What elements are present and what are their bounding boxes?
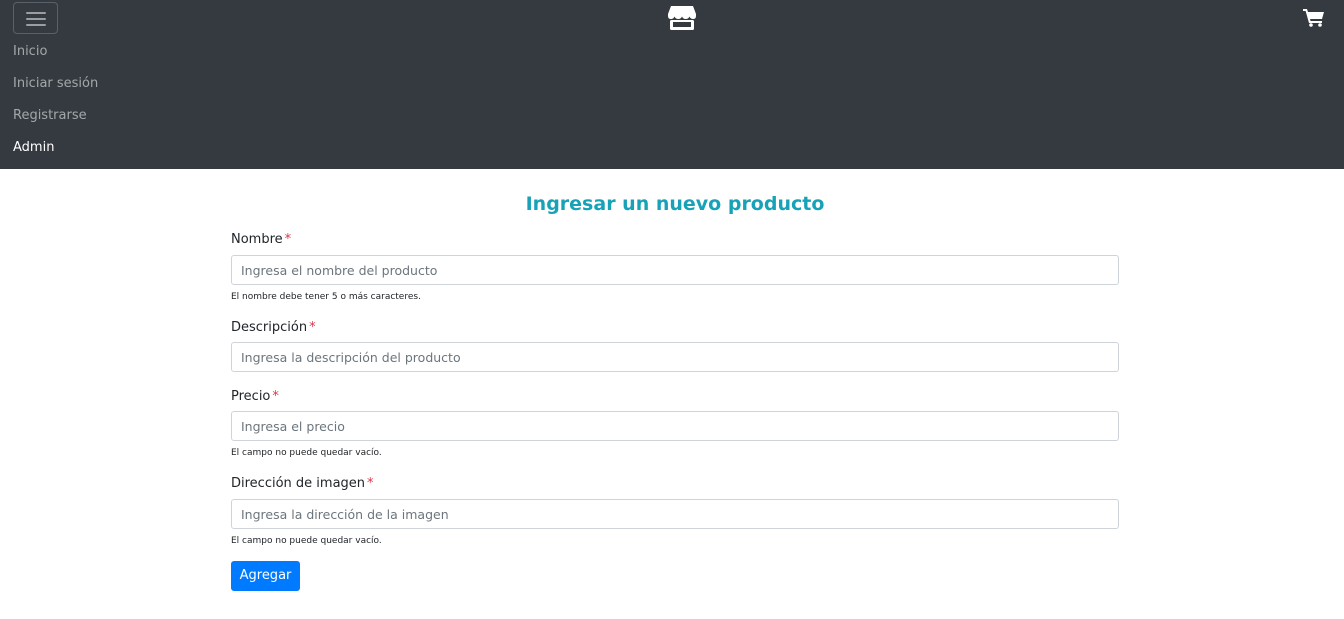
nombre-label-text: Nombre bbox=[231, 232, 283, 247]
nombre-help-text: El nombre debe tener 5 o más caracteres. bbox=[231, 292, 421, 302]
nav-links: Inicio Iniciar sesión Registrarse Admin bbox=[13, 40, 98, 168]
shopping-cart-icon[interactable] bbox=[1303, 8, 1325, 27]
nav-link-registrarse[interactable]: Registrarse bbox=[13, 104, 98, 136]
hamburger-menu-icon bbox=[26, 12, 46, 14]
imagen-help-text: El campo no puede quedar vacío. bbox=[231, 536, 382, 546]
nav-link-iniciar-sesion[interactable]: Iniciar sesión bbox=[13, 72, 98, 104]
required-marker: * bbox=[272, 389, 279, 404]
imagen-input[interactable] bbox=[231, 499, 1119, 529]
agregar-button[interactable]: Agregar bbox=[231, 561, 300, 591]
imagen-label-text: Dirección de imagen bbox=[231, 476, 366, 491]
nav-link-inicio[interactable]: Inicio bbox=[13, 40, 98, 72]
hamburger-bar bbox=[26, 18, 46, 20]
nombre-input[interactable] bbox=[231, 255, 1119, 285]
top-navbar: Inicio Iniciar sesión Registrarse Admin bbox=[0, 0, 1344, 169]
store-icon[interactable] bbox=[667, 5, 697, 31]
hamburger-bar bbox=[26, 24, 46, 26]
precio-help-text: El campo no puede quedar vacío. bbox=[231, 448, 382, 458]
required-marker: * bbox=[284, 232, 292, 247]
nombre-label: Nombre * bbox=[231, 231, 291, 249]
form-title: Ingresar un nuevo producto bbox=[525, 193, 825, 215]
precio-input[interactable] bbox=[231, 411, 1119, 441]
nav-link-admin[interactable]: Admin bbox=[13, 136, 98, 168]
precio-label: Precio * bbox=[231, 388, 279, 406]
descripcion-input[interactable] bbox=[231, 342, 1119, 372]
descripcion-label: Descripción * bbox=[231, 319, 316, 337]
descripcion-label-text: Descripción bbox=[231, 320, 308, 335]
required-marker: * bbox=[367, 476, 374, 491]
precio-label-text: Precio bbox=[231, 389, 271, 404]
required-marker: * bbox=[309, 320, 316, 335]
imagen-label: Dirección de imagen * bbox=[231, 475, 374, 493]
navbar-toggler-button[interactable] bbox=[13, 2, 58, 34]
